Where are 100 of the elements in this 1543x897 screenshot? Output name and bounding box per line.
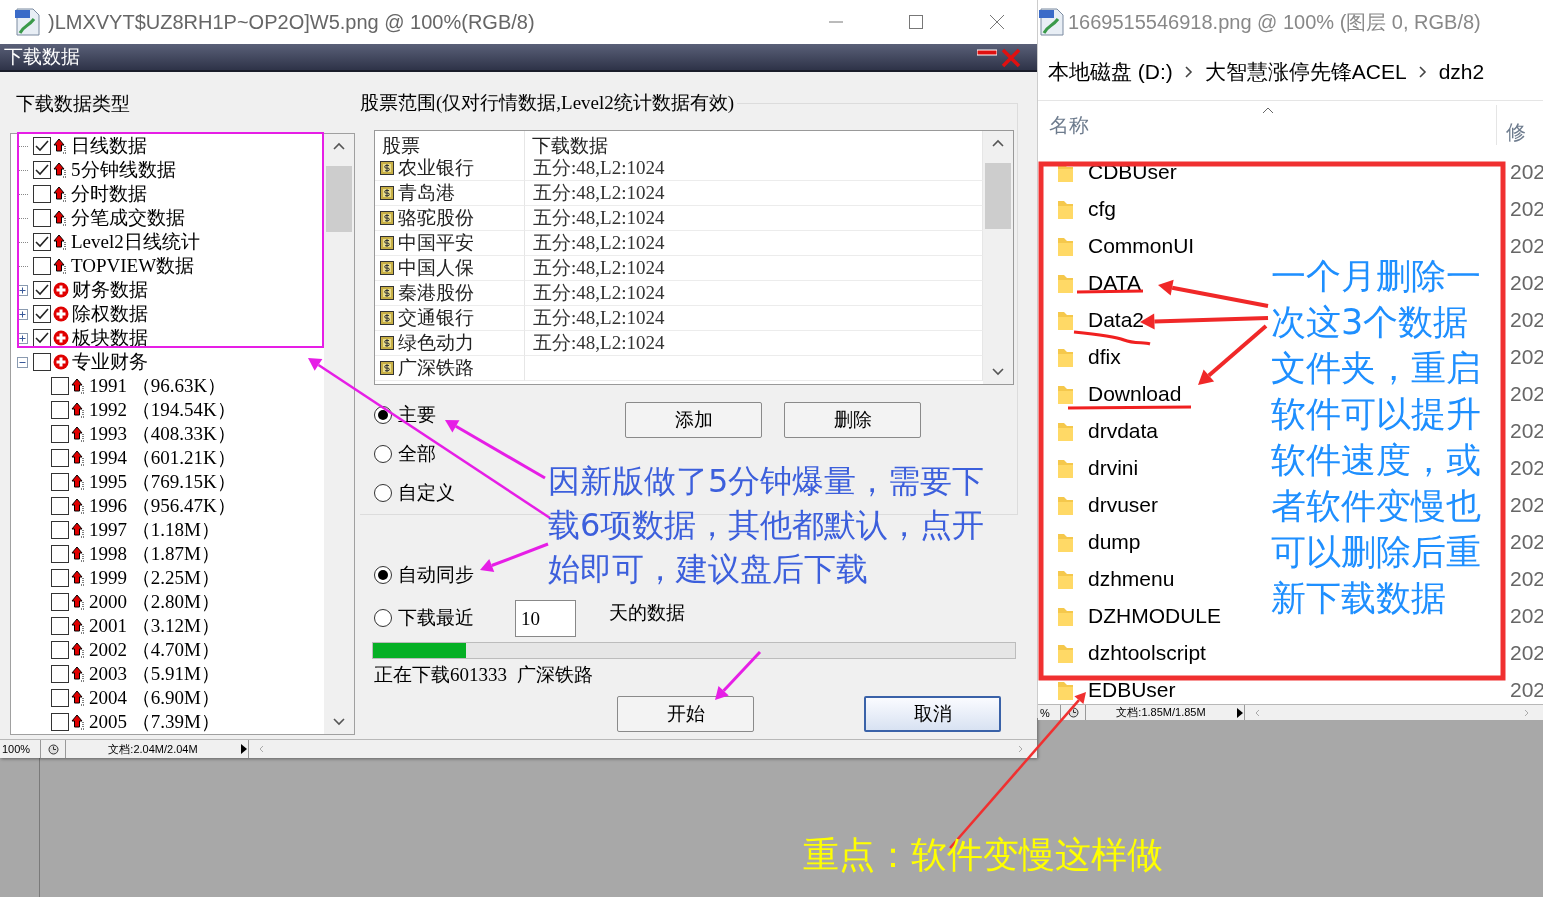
tree-item-label[interactable]: 1997 （1.18M） <box>89 517 220 543</box>
scroll-down-icon[interactable] <box>992 368 1004 376</box>
file-name[interactable]: dump <box>1088 529 1141 554</box>
tree-item-label[interactable]: 1991 （96.63K） <box>89 373 227 399</box>
radio-button[interactable]: 下载最近 <box>374 598 515 638</box>
checkbox[interactable] <box>33 161 51 179</box>
status-icon[interactable] <box>1067 707 1079 718</box>
file-name[interactable]: CommonUI <box>1088 233 1195 258</box>
checkbox[interactable] <box>33 305 51 323</box>
checkbox[interactable] <box>33 209 51 227</box>
tree-item-label[interactable]: 板块数据 <box>72 325 148 351</box>
zoom-field[interactable]: % <box>1038 705 1061 720</box>
column-header[interactable]: 名称 <box>1049 112 1484 139</box>
tree-item-label[interactable]: 2000 （2.80M） <box>89 589 220 615</box>
checkbox[interactable] <box>33 233 51 251</box>
file-name[interactable]: cfg <box>1088 196 1116 221</box>
tree-item-label[interactable]: 2001 （3.12M） <box>89 613 220 639</box>
checkbox[interactable] <box>51 689 69 707</box>
tree-item-label[interactable]: 5分钟线数据 <box>71 157 176 183</box>
tree-item-label[interactable]: 日线数据 <box>71 134 147 159</box>
checkbox[interactable] <box>33 281 51 299</box>
table-cell[interactable]: 中国平安 <box>375 231 525 256</box>
checkbox[interactable] <box>51 665 69 683</box>
list-button[interactable]: 添加 <box>625 402 762 438</box>
tree-item-label[interactable]: 2003 （5.91M） <box>89 661 220 687</box>
tree-item-label[interactable]: 分时数据 <box>71 181 147 207</box>
table-cell[interactable]: 青岛港 <box>375 181 525 206</box>
collapse-icon[interactable] <box>17 356 28 368</box>
scroll-up-icon[interactable] <box>992 139 1004 147</box>
file-name[interactable]: dfix <box>1088 344 1121 369</box>
checkbox[interactable] <box>33 257 51 275</box>
column-header[interactable]: 修 <box>1496 105 1526 145</box>
file-name[interactable]: dzhmenu <box>1088 566 1175 591</box>
sort-caret-icon[interactable] <box>1262 107 1274 114</box>
file-name[interactable]: DATA <box>1088 270 1141 295</box>
cancel-button[interactable]: 取消 <box>864 696 1001 732</box>
checkbox[interactable] <box>33 329 51 347</box>
tree-item-label[interactable]: 除权数据 <box>72 301 148 327</box>
file-name[interactable]: Download <box>1088 381 1182 406</box>
tree-item-label[interactable]: 1996 （956.47K） <box>89 493 236 519</box>
checkbox[interactable] <box>51 425 69 443</box>
tree-item-label[interactable]: 分笔成交数据 <box>71 205 185 231</box>
radio-button[interactable]: 主要 <box>374 395 436 434</box>
tree-item-label[interactable]: 1993 （408.33K） <box>89 421 236 447</box>
tree-item-label[interactable]: 1998 （1.87M） <box>89 541 220 567</box>
list-button[interactable]: 删除 <box>784 402 921 438</box>
checkbox[interactable] <box>51 473 69 491</box>
tree-item-label[interactable]: 专业财务 <box>72 349 148 375</box>
table-cell[interactable]: 秦港股份 <box>375 281 525 306</box>
expand-icon[interactable] <box>17 308 28 320</box>
tree-item-label[interactable]: 2005 （7.39M） <box>89 709 220 734</box>
file-name[interactable]: drvuser <box>1088 492 1159 517</box>
checkbox[interactable] <box>51 713 69 731</box>
tree-item-label[interactable]: 1994 （601.21K） <box>89 445 236 471</box>
file-name[interactable]: Data2 <box>1088 307 1145 332</box>
checkbox[interactable] <box>51 449 69 467</box>
play-icon[interactable] <box>240 744 248 754</box>
checkbox[interactable] <box>51 617 69 635</box>
table-cell[interactable]: 广深铁路 <box>375 356 525 381</box>
scroll-up-icon[interactable] <box>333 142 345 150</box>
table-cell[interactable]: 中国人保 <box>375 256 525 281</box>
close-icon[interactable] <box>989 14 1005 30</box>
table-cell[interactable]: 绿色动力 <box>375 331 525 356</box>
play-icon[interactable] <box>1236 707 1244 718</box>
expand-icon[interactable] <box>17 332 28 344</box>
file-name[interactable]: drvini <box>1088 455 1139 480</box>
checkbox[interactable] <box>51 521 69 539</box>
breadcrumb-link[interactable]: dzh2 <box>1438 60 1485 84</box>
radio-button[interactable]: 自动同步 <box>374 555 474 594</box>
file-name[interactable]: drvdata <box>1088 418 1159 443</box>
checkbox[interactable] <box>33 185 51 203</box>
scrollbar-thumb[interactable] <box>326 166 352 232</box>
scrollbar-thumb[interactable] <box>985 163 1011 229</box>
checkbox[interactable] <box>33 353 51 371</box>
checkbox[interactable] <box>51 401 69 419</box>
tree-item-label[interactable]: Level2日线统计 <box>71 229 200 255</box>
checkbox[interactable] <box>51 545 69 563</box>
table-cell[interactable]: 农业银行 <box>375 156 525 181</box>
checkbox[interactable] <box>51 569 69 587</box>
file-name[interactable]: EDBUser <box>1088 677 1176 702</box>
scroll-down-icon[interactable] <box>333 718 345 726</box>
checkbox[interactable] <box>33 137 51 155</box>
tree-item-label[interactable]: 2002 （4.70M） <box>89 637 220 663</box>
file-name[interactable]: dzhtoolscript <box>1088 640 1206 665</box>
tree-item-label[interactable]: 1992 （194.54K） <box>89 397 236 423</box>
table-cell[interactable]: 骆驼股份 <box>375 206 525 231</box>
radio-button[interactable]: 自定义 <box>374 473 455 512</box>
tree-item-label[interactable]: 1995 （769.15K） <box>89 469 236 495</box>
tree-item-label[interactable]: 财务数据 <box>72 277 148 303</box>
table-cell[interactable]: 交通银行 <box>375 306 525 331</box>
radio-button[interactable]: 全部 <box>374 434 436 473</box>
days-field[interactable]: 10 <box>515 599 576 637</box>
checkbox[interactable] <box>51 377 69 395</box>
tree-item-label[interactable]: 1999 （2.25M） <box>89 565 220 591</box>
maximize-icon[interactable] <box>909 15 923 29</box>
status-icon[interactable] <box>47 743 59 755</box>
tree-item-label[interactable]: 2004 （6.90M） <box>89 685 220 711</box>
checkbox[interactable] <box>51 497 69 515</box>
file-name[interactable]: DZHMODULE <box>1088 603 1221 628</box>
breadcrumb-link[interactable]: 本地磁盘 (D:) <box>1048 58 1173 86</box>
